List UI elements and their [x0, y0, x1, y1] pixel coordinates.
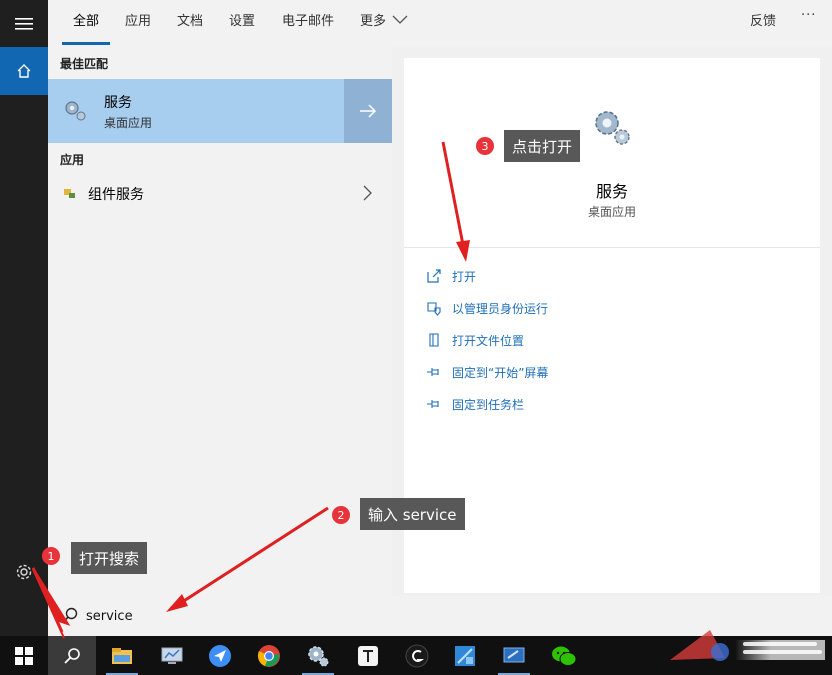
annotation-badge-3: 3	[476, 137, 494, 155]
arrow-shaft-2	[175, 506, 329, 608]
arrow-shaft-3	[441, 141, 466, 251]
annotation-callout-3: 点击打开	[504, 130, 581, 162]
arrow-to-open-action	[456, 240, 470, 262]
annotation-badge-2: 2	[332, 506, 350, 524]
annotation-badge-1: 1	[42, 547, 60, 565]
arrow-shaft-1	[31, 567, 64, 633]
annotation-callout-2: 输入 service	[360, 498, 465, 530]
annotation-callout-1: 打开搜索	[71, 542, 148, 574]
arrow-to-search-box	[166, 594, 188, 612]
